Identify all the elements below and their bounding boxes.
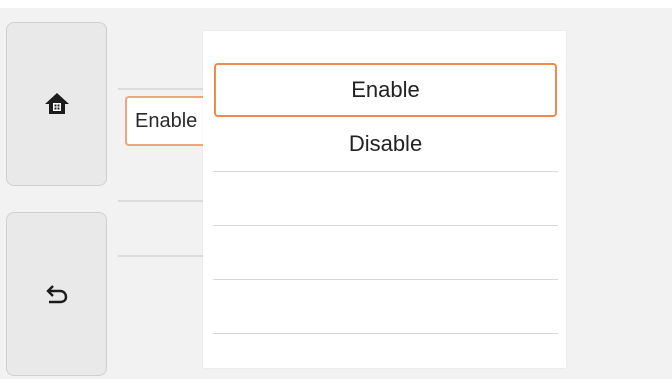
back-button[interactable] <box>6 212 107 376</box>
back-arrow-icon <box>45 283 69 305</box>
top-margin <box>0 0 672 8</box>
bg-divider <box>118 200 203 202</box>
setting-value-field: Enable <box>125 96 215 146</box>
option-empty <box>213 172 558 226</box>
option-empty <box>213 280 558 334</box>
bg-divider <box>118 255 203 257</box>
bg-divider <box>118 88 203 90</box>
option-list: Enable Disable <box>213 63 558 334</box>
home-icon <box>43 90 71 118</box>
home-button[interactable] <box>6 22 107 186</box>
option-popup: Enable Disable <box>203 31 566 368</box>
printer-settings-screen: Enable Enable Disable <box>0 0 672 385</box>
option-disable[interactable]: Disable <box>213 117 558 172</box>
option-enable[interactable]: Enable <box>214 63 557 117</box>
option-empty <box>213 226 558 280</box>
bottom-margin <box>0 379 672 385</box>
setting-value-text: Enable <box>135 110 198 132</box>
